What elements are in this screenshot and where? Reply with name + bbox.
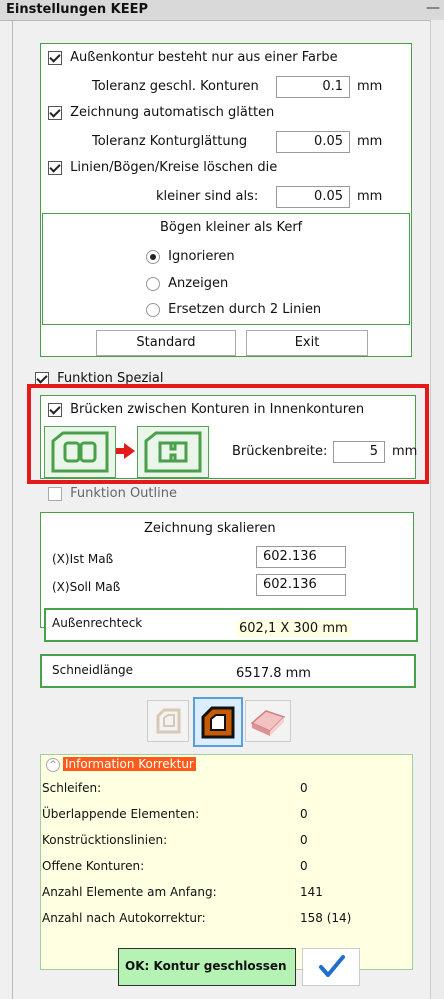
exit-button[interactable]: Exit <box>246 330 368 356</box>
info-row-value: 158 (14) <box>300 911 352 925</box>
loeschen-row[interactable]: Linien/Bögen/Kreise löschen die <box>48 160 277 175</box>
kerf-title: Bögen kleiner als Kerf <box>160 220 303 235</box>
glaetten-row[interactable]: Zeichnung automatisch glätten <box>48 105 274 120</box>
breite-label: Brückenbreite: <box>232 444 328 459</box>
bruecken-row[interactable]: Brücken zwischen Konturen in Innenkontur… <box>48 402 364 417</box>
info-row-value: 0 <box>300 781 308 795</box>
outline-view-button[interactable] <box>147 700 189 742</box>
toleranz-unit: mm <box>357 79 383 94</box>
contour-before-icon <box>44 426 116 478</box>
radio-ersetzen[interactable] <box>146 302 160 317</box>
window-title: Einstellungen KEEP <box>6 2 149 17</box>
filled-view-icon <box>201 706 235 739</box>
loeschen-checkbox[interactable] <box>48 160 62 175</box>
aussenkontur-checkbox[interactable] <box>48 50 62 65</box>
info-row-label: Anzahl Elemente am Anfang: <box>42 885 217 899</box>
toleranz-glatt-input[interactable]: 0.05 <box>276 131 350 153</box>
bruecken-label: Brücken zwischen Konturen in Innenkontur… <box>70 402 365 417</box>
status-ok-badge: OK: Kontur geschlossen <box>118 948 296 986</box>
aussenkontur-label: Außenkontur besteht nur aus einer Farbe <box>70 50 338 65</box>
collapse-icon[interactable]: ^ <box>46 758 60 772</box>
checkmark-icon <box>319 955 345 977</box>
title-bar: Einstellungen KEEP — <box>0 0 444 21</box>
minimize-button[interactable]: — <box>426 0 440 16</box>
3d-view-button[interactable] <box>245 700 291 742</box>
kerf-option-label: Anzeigen <box>168 276 229 291</box>
info-row-value: 0 <box>300 807 308 821</box>
ist-label: (X)Ist Maß <box>52 552 114 566</box>
kleiner-input[interactable]: 0.05 <box>276 186 350 208</box>
glaetten-label: Zeichnung automatisch glätten <box>70 105 275 120</box>
soll-input[interactable]: 602.136 <box>256 574 346 596</box>
info-header: Information Korrektur <box>63 757 196 771</box>
3d-preview-icon <box>250 710 286 736</box>
info-row-value: 0 <box>300 833 308 847</box>
kerf-option-ersetzen[interactable]: Ersetzen durch 2 Linien <box>146 302 321 317</box>
breite-input[interactable]: 5 <box>333 441 385 463</box>
toleranz-input[interactable]: 0.1 <box>276 76 350 98</box>
aussenkontur-row[interactable]: Außenkontur besteht nur aus einer Farbe <box>48 50 338 65</box>
kerf-option-anzeigen[interactable]: Anzeigen <box>146 276 228 291</box>
outline-label: Funktion Outline <box>70 486 177 501</box>
kerf-option-label: Ersetzen durch 2 Linien <box>168 302 322 317</box>
status-ok-label: OK: Kontur geschlossen <box>125 959 287 973</box>
rechteck-value: 602,1 X 300 mm <box>236 620 351 637</box>
outline-row[interactable]: Funktion Outline <box>48 486 177 501</box>
info-row-value: 141 <box>300 885 323 899</box>
outline-checkbox[interactable] <box>48 486 62 501</box>
info-row-label: Schleifen: <box>42 781 102 795</box>
soll-label: (X)Soll Maß <box>52 580 121 594</box>
info-row-label: Überlappende Elementen: <box>42 807 200 821</box>
right-panel-strip <box>430 20 444 999</box>
info-row-value: 0 <box>300 859 308 873</box>
info-row-label: Offene Konturen: <box>42 859 145 873</box>
bruecken-checkbox[interactable] <box>48 402 62 417</box>
loeschen-label: Linien/Bögen/Kreise löschen die <box>70 160 278 175</box>
rechteck-label: Außenrechteck <box>52 616 143 630</box>
kleiner-unit: mm <box>357 189 383 204</box>
kerf-option-label: Ignorieren <box>168 249 235 264</box>
toleranz-glatt-label: Toleranz Konturglättung <box>92 134 248 149</box>
toleranz-label: Toleranz geschl. Konturen <box>92 79 259 94</box>
schneid-label: Schneidlänge <box>52 663 134 677</box>
radio-anzeigen[interactable] <box>146 276 160 291</box>
glaetten-checkbox[interactable] <box>48 105 62 120</box>
schneid-value: 6517.8 mm <box>236 666 311 681</box>
filled-view-button[interactable] <box>193 697 243 747</box>
radio-ignorieren[interactable] <box>146 249 160 264</box>
left-border <box>12 20 13 999</box>
kleiner-label: kleiner sind als: <box>156 189 259 204</box>
arrow-right-icon <box>116 443 136 463</box>
ist-input[interactable]: 602.136 <box>256 546 346 568</box>
standard-button[interactable]: Standard <box>96 330 236 356</box>
kerf-option-ignorieren[interactable]: Ignorieren <box>146 249 235 264</box>
breite-unit: mm <box>392 444 418 459</box>
skalieren-title: Zeichnung skalieren <box>144 521 276 536</box>
info-row-label: Konstrücktionslinien: <box>42 833 168 847</box>
contour-after-icon <box>137 426 209 478</box>
confirm-button[interactable] <box>302 948 360 986</box>
toleranz-glatt-unit: mm <box>357 134 383 149</box>
outline-view-icon <box>156 708 181 734</box>
info-row-label: Anzahl nach Autokorrektur: <box>42 911 206 925</box>
